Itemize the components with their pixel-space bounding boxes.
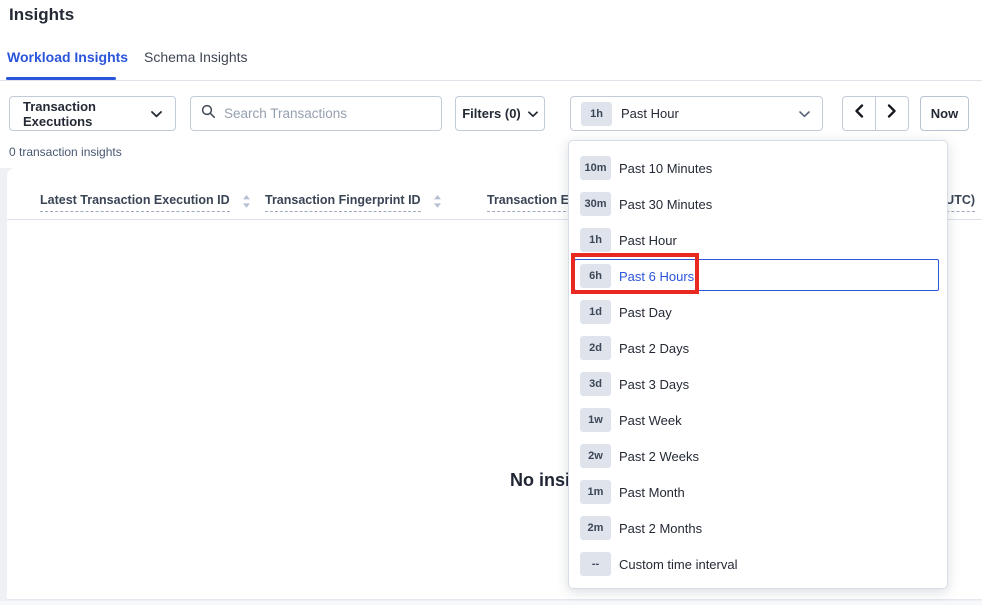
time-option-badge: 2m [580,516,611,540]
page-title: Insights [9,5,74,25]
tabs-divider [0,80,982,81]
time-option-badge: -- [580,552,611,576]
time-option-badge: 30m [580,192,611,216]
column-header-latest-transaction-execution-id[interactable]: Latest Transaction Execution ID [40,193,251,214]
time-option-past-3-days[interactable]: 3d Past 3 Days [569,366,947,402]
time-option-past-6-hours[interactable]: 6h Past 6 Hours [569,258,947,294]
search-icon [201,104,216,124]
time-option-past-2-days[interactable]: 2d Past 2 Days [569,330,947,366]
time-option-label: Past 2 Months [619,521,702,536]
time-option-label: Past 6 Hours [619,269,694,284]
sort-icon[interactable] [242,194,251,214]
time-option-label: Past Week [619,413,682,428]
page-bottom-edge [0,601,982,605]
workload-type-label: Transaction Executions [23,99,151,129]
workload-type-dropdown-button[interactable]: Transaction Executions [9,96,176,131]
time-option-label: Past Hour [619,233,677,248]
time-option-badge: 10m [580,156,611,180]
time-option-label: Past 2 Weeks [619,449,699,464]
chevron-left-icon [854,104,864,123]
time-interval-label: Past Hour [621,106,799,121]
time-option-past-day[interactable]: 1d Past Day [569,294,947,330]
previous-interval-button[interactable] [842,96,876,131]
column-header-transaction-fingerprint-id[interactable]: Transaction Fingerprint ID [265,193,442,214]
chevron-down-icon [528,106,538,121]
time-option-past-hour[interactable]: 1h Past Hour [569,222,947,258]
column-header-label[interactable]: Transaction Ex [487,193,576,212]
time-option-badge: 2w [580,444,611,468]
time-option-label: Custom time interval [619,557,737,572]
time-option-past-month[interactable]: 1m Past Month [569,474,947,510]
column-header-label[interactable]: Transaction Fingerprint ID [265,193,421,212]
search-box[interactable] [190,96,442,131]
chevron-down-icon [151,106,162,121]
time-interval-dropdown-menu: 10m Past 10 Minutes 30m Past 30 Minutes … [568,140,948,589]
time-option-label: Past 30 Minutes [619,197,712,212]
time-option-badge: 1m [580,480,611,504]
time-option-badge: 2d [580,336,611,360]
time-interval-badge: 1h [581,102,612,126]
time-option-past-week[interactable]: 1w Past Week [569,402,947,438]
time-option-badge: 1w [580,408,611,432]
now-label: Now [931,106,958,121]
time-option-label: Past 2 Days [619,341,689,356]
time-option-past-2-months[interactable]: 2m Past 2 Months [569,510,947,546]
column-header-label[interactable]: Latest Transaction Execution ID [40,193,230,212]
next-interval-button[interactable] [875,96,909,131]
column-header-transaction-execution[interactable]: Transaction Ex [487,193,576,212]
chevron-down-icon [799,106,810,121]
time-option-label: Past Month [619,485,685,500]
chevron-right-icon [887,104,897,123]
time-option-past-30-minutes[interactable]: 30m Past 30 Minutes [569,186,947,222]
time-option-badge: 1h [580,228,611,252]
search-input[interactable] [224,106,431,121]
sort-icon[interactable] [433,194,442,214]
time-option-past-10-minutes[interactable]: 10m Past 10 Minutes [569,150,947,186]
tab-schema-insights[interactable]: Schema Insights [144,49,248,65]
insights-count: 0 transaction insights [9,145,122,159]
time-range-arrows [842,96,909,131]
filters-button[interactable]: Filters (0) [455,96,545,131]
time-option-label: Past Day [619,305,672,320]
time-option-label: Past 10 Minutes [619,161,712,176]
tab-workload-insights[interactable]: Workload Insights [7,49,128,65]
time-option-badge: 3d [580,372,611,396]
time-interval-selector[interactable]: 1h Past Hour [570,96,823,131]
filters-label: Filters (0) [462,106,521,121]
time-option-badge: 6h [580,264,611,288]
time-option-badge: 1d [580,300,611,324]
time-option-past-2-weeks[interactable]: 2w Past 2 Weeks [569,438,947,474]
time-option-label: Past 3 Days [619,377,689,392]
time-option-custom-interval[interactable]: -- Custom time interval [569,546,947,582]
now-button[interactable]: Now [920,96,969,131]
